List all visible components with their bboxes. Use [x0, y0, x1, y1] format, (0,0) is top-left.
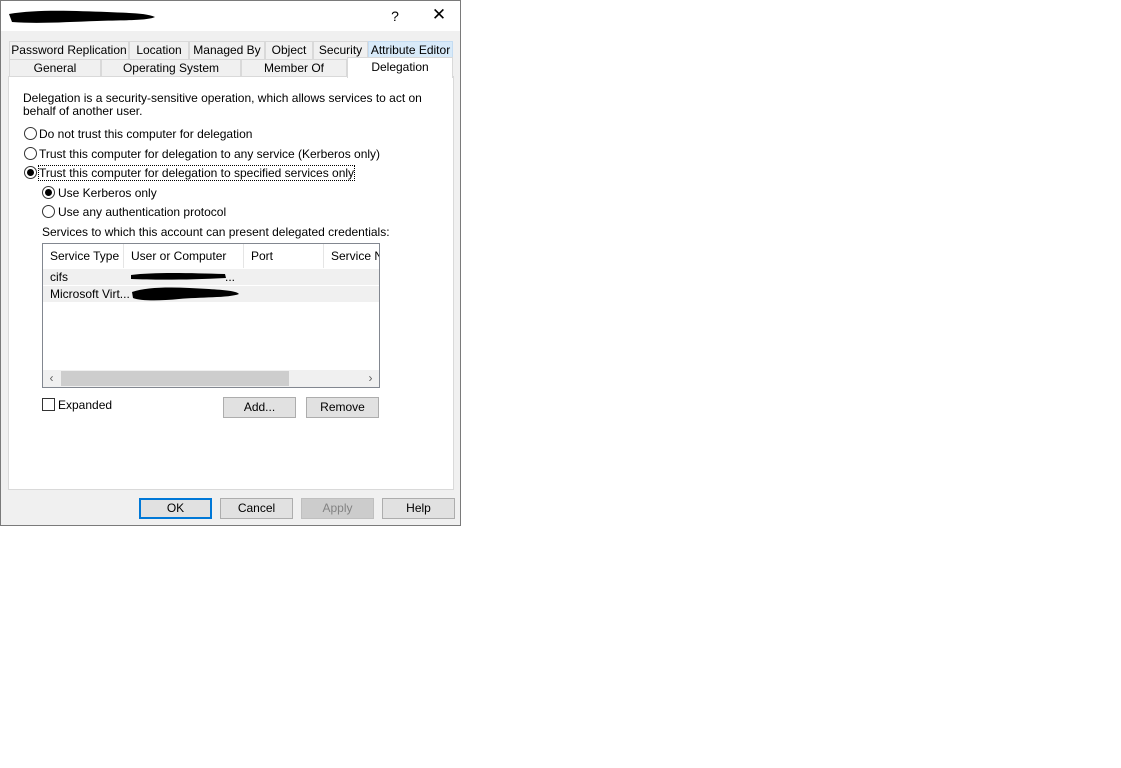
table-row[interactable]: cifs ... — [43, 269, 379, 285]
tab-location[interactable]: Location — [129, 41, 189, 59]
kerberos-only-radio[interactable] — [42, 186, 55, 199]
scroll-right-icon[interactable]: › — [362, 370, 379, 387]
table-row[interactable]: Microsoft Virt... — [43, 286, 379, 302]
scroll-thumb[interactable] — [61, 371, 289, 386]
kerberos-only-label[interactable]: Use Kerberos only — [58, 186, 157, 200]
horizontal-scrollbar[interactable]: ‹ › — [43, 370, 379, 387]
remove-service-button[interactable]: Remove — [306, 397, 379, 418]
expanded-label[interactable]: Expanded — [58, 398, 112, 412]
row-service-type: cifs — [50, 270, 68, 284]
tab-delegation[interactable]: Delegation — [347, 57, 453, 78]
any-protocol-label[interactable]: Use any authentication protocol — [58, 205, 226, 219]
no-trust-label[interactable]: Do not trust this computer for delegatio… — [39, 127, 252, 141]
column-header-user-or-computer[interactable]: User or Computer — [124, 244, 244, 268]
specified-services-label[interactable]: Trust this computer for delegation to sp… — [37, 165, 356, 181]
help-title-button[interactable]: ? — [383, 5, 407, 27]
apply-button[interactable]: Apply — [301, 498, 374, 519]
no-trust-radio[interactable] — [24, 127, 37, 140]
row-user-or-computer: ... — [225, 270, 236, 284]
column-header-port[interactable]: Port — [244, 244, 324, 268]
ok-button[interactable]: OK — [139, 498, 212, 519]
specified-services-radio[interactable] — [24, 166, 37, 179]
add-service-button[interactable]: Add... — [223, 397, 296, 418]
any-service-label[interactable]: Trust this computer for delegation to an… — [39, 147, 380, 161]
redacted-user-scribble — [131, 273, 226, 280]
any-service-radio[interactable] — [24, 147, 37, 160]
scroll-left-icon[interactable]: ‹ — [43, 370, 60, 387]
delegation-description-line2: behalf of another user. — [23, 104, 143, 118]
services-list-label: Services to which this account can prese… — [42, 225, 390, 239]
title-bar: ? ✕ — [1, 1, 460, 31]
services-list-view[interactable]: Service Type User or Computer Port Servi… — [42, 243, 380, 388]
tab-password-replication[interactable]: Password Replication — [9, 41, 129, 59]
delegation-panel: Delegation is a security-sensitive opera… — [8, 76, 454, 490]
tab-member-of[interactable]: Member Of — [241, 59, 347, 77]
redacted-user-scribble — [132, 287, 239, 301]
tab-general[interactable]: General — [9, 59, 101, 77]
tab-operating-system[interactable]: Operating System — [101, 59, 241, 77]
any-protocol-radio[interactable] — [42, 205, 55, 218]
column-header-service-type[interactable]: Service Type — [43, 244, 124, 268]
tab-object[interactable]: Object — [265, 41, 313, 59]
row-service-type: Microsoft Virt... — [50, 287, 130, 301]
properties-dialog: ? ✕ Password Replication Location Manage… — [0, 0, 461, 526]
column-header-service-name[interactable]: Service Na — [324, 244, 379, 268]
close-title-button[interactable]: ✕ — [425, 3, 453, 27]
help-button[interactable]: Help — [382, 498, 455, 519]
expanded-checkbox[interactable] — [42, 398, 55, 411]
cancel-button[interactable]: Cancel — [220, 498, 293, 519]
redacted-title-scribble — [9, 10, 155, 23]
tab-managed-by[interactable]: Managed By — [189, 41, 265, 59]
delegation-description-line1: Delegation is a security-sensitive opera… — [23, 91, 422, 105]
